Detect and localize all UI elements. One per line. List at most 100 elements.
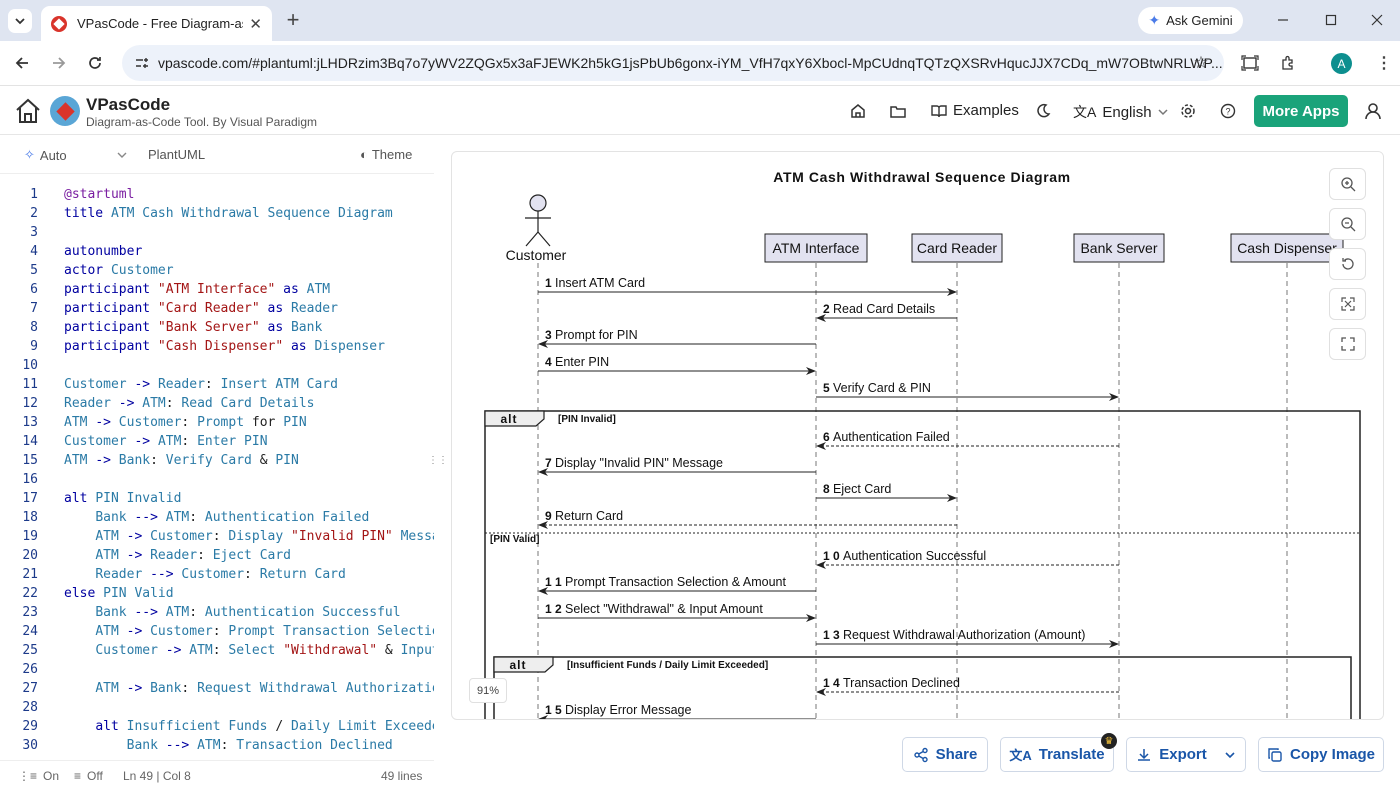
code-line[interactable]: 15 ATM -> Bank: Verify Card & PIN: [0, 453, 434, 472]
code-line[interactable]: 10: [0, 358, 434, 377]
editor-toolbar: ✧ Auto PlantUML ◐ Theme: [0, 136, 434, 174]
code-token: for: [251, 415, 284, 430]
examples-link[interactable]: Examples: [931, 102, 1019, 119]
copy-icon: [1268, 747, 1282, 762]
code-line[interactable]: 18 Bank --> ATM: Authentication Failed: [0, 510, 434, 529]
code-token: ->: [126, 529, 151, 544]
code-token: :: [189, 605, 205, 620]
code-token: -->: [165, 738, 198, 753]
copy-image-button[interactable]: Copy Image: [1258, 737, 1384, 772]
new-tab-icon[interactable]: +: [281, 7, 305, 32]
code-line[interactable]: 27 ATM -> Bank: Request Withdrawal Autho…: [0, 681, 434, 700]
code-line[interactable]: 28: [0, 700, 434, 719]
address-bar[interactable]: vpascode.com/#plantuml:jLHDRzim3Bq7o7yWV…: [122, 45, 1224, 81]
screen-capture-icon[interactable]: [1238, 51, 1262, 75]
translate-button[interactable]: 文A Translate: [1000, 737, 1114, 772]
code-token: @startuml: [64, 187, 135, 202]
code-line[interactable]: 25 Customer -> ATM: Select "Withdrawal" …: [0, 643, 434, 662]
code-line[interactable]: 23 Bank --> ATM: Authentication Successf…: [0, 605, 434, 624]
code-line[interactable]: 7 participant "Card Reader" as Reader: [0, 301, 434, 320]
language-plantuml-label[interactable]: PlantUML: [148, 147, 205, 162]
code-line[interactable]: 11 Customer -> Reader: Insert ATM Card: [0, 377, 434, 396]
code-line[interactable]: 5 actor Customer: [0, 263, 434, 282]
code-line[interactable]: 30 Bank --> ATM: Transaction Declined: [0, 738, 434, 757]
line-number: 21: [22, 567, 38, 582]
close-tab-icon[interactable]: ✕: [249, 15, 262, 33]
alt-guard: [PIN Invalid]: [558, 414, 616, 425]
code-line[interactable]: 16: [0, 472, 434, 491]
code-line[interactable]: 19 ATM -> Customer: Display "Invalid PIN…: [0, 529, 434, 548]
maximize-icon[interactable]: [1319, 8, 1343, 32]
profile-avatar[interactable]: A: [1331, 53, 1352, 74]
code-line[interactable]: 9 participant "Cash Dispenser" as Dispens…: [0, 339, 434, 358]
forward-icon[interactable]: [47, 51, 71, 75]
ask-gemini-label: Ask Gemini: [1166, 13, 1233, 28]
site-info-icon[interactable]: [134, 55, 150, 71]
code-line[interactable]: 26: [0, 662, 434, 681]
extensions-icon[interactable]: [1276, 51, 1300, 75]
export-button[interactable]: Export: [1126, 737, 1246, 772]
user-account-icon[interactable]: [1362, 100, 1384, 122]
code-token: participant: [64, 320, 158, 335]
fit-to-screen-icon[interactable]: [1329, 288, 1366, 320]
browser-menu-icon[interactable]: ⋮: [1376, 51, 1392, 75]
fullscreen-icon[interactable]: [1329, 328, 1366, 360]
message-label: Insert ATM Card: [555, 276, 645, 290]
code-editor[interactable]: 1 @startuml 2 title ATM Cash Withdrawal Seq…: [0, 175, 434, 759]
message-label: Request Withdrawal Authorization (Amount…: [843, 628, 1085, 642]
share-button[interactable]: Share: [902, 737, 988, 772]
bookmark-star-icon[interactable]: ☆: [1189, 51, 1213, 75]
back-icon[interactable]: [10, 51, 34, 75]
code-line[interactable]: 24 ATM -> Customer: Prompt Transaction S…: [0, 624, 434, 643]
code-line[interactable]: 8 participant "Bank Server" as Bank: [0, 320, 434, 339]
language-select[interactable]: 文A English: [1073, 102, 1168, 122]
dashboard-home-icon[interactable]: [849, 102, 867, 120]
ask-gemini-button[interactable]: ✦ Ask Gemini: [1138, 7, 1243, 34]
code-line[interactable]: 6 participant "ATM Interface" as ATM: [0, 282, 434, 301]
diagram-preview-panel[interactable]: ATM Cash Withdrawal Sequence Diagram Cust…: [451, 151, 1384, 720]
code-token: ATM: [95, 624, 127, 639]
dark-mode-moon-icon[interactable]: [1034, 102, 1052, 120]
download-icon: [1138, 748, 1151, 761]
close-window-icon[interactable]: [1365, 8, 1389, 32]
message-number: 1 2: [545, 602, 562, 616]
code-line[interactable]: 12 Reader -> ATM: Read Card Details: [0, 396, 434, 415]
line-numbers-value: On: [43, 769, 60, 783]
settings-gear-icon[interactable]: [1179, 102, 1197, 120]
panel-resize-handle[interactable]: ⋮⋮: [428, 455, 448, 469]
auto-mode-select[interactable]: ✧ Auto: [24, 147, 67, 163]
code-line[interactable]: 21 Reader --> Customer: Return Card: [0, 567, 434, 586]
zoom-in-icon[interactable]: [1329, 168, 1366, 200]
code-token: -->: [134, 510, 166, 525]
browser-tab[interactable]: VPasCode - Free Diagram-as-Co ✕: [41, 6, 272, 41]
code-line[interactable]: 20 ATM -> Reader: Eject Card: [0, 548, 434, 567]
gemini-spark-icon: ✦: [1148, 12, 1161, 28]
code-line[interactable]: 14 Customer -> ATM: Enter PIN: [0, 434, 434, 453]
home-icon[interactable]: [12, 95, 44, 127]
book-icon: [931, 104, 947, 117]
reset-zoom-icon[interactable]: [1329, 248, 1366, 280]
word-wrap-toggle[interactable]: ≡ Off: [74, 769, 103, 783]
minimize-icon[interactable]: [1271, 8, 1295, 32]
chevron-down-icon[interactable]: [117, 150, 127, 160]
more-apps-button[interactable]: More Apps: [1254, 95, 1348, 127]
reload-icon[interactable]: [83, 51, 107, 75]
code-token: :: [204, 377, 221, 392]
code-line[interactable]: 3: [0, 225, 434, 244]
help-icon[interactable]: ?: [1219, 102, 1237, 120]
code-line[interactable]: 2 title ATM Cash Withdrawal Sequence Diag…: [0, 206, 434, 225]
code-line[interactable]: 1 @startuml: [0, 187, 434, 206]
code-line[interactable]: 29 alt Insufficient Funds / Daily Limit …: [0, 719, 434, 738]
line-numbers-toggle[interactable]: ⋮≡ On: [18, 769, 59, 783]
message-number: 1 1: [545, 575, 562, 589]
code-line[interactable]: 17 alt PIN Invalid: [0, 491, 434, 510]
code-line[interactable]: 22 else PIN Valid: [0, 586, 434, 605]
code-line[interactable]: 4 autonumber: [0, 244, 434, 263]
code-line[interactable]: 13 ATM -> Customer: Prompt for PIN: [0, 415, 434, 434]
open-folder-icon[interactable]: [889, 102, 907, 120]
code-token: Reader: [95, 567, 151, 582]
tab-search-icon[interactable]: [8, 9, 32, 33]
theme-button[interactable]: ◐ Theme: [360, 147, 412, 162]
zoom-out-icon[interactable]: [1329, 208, 1366, 240]
